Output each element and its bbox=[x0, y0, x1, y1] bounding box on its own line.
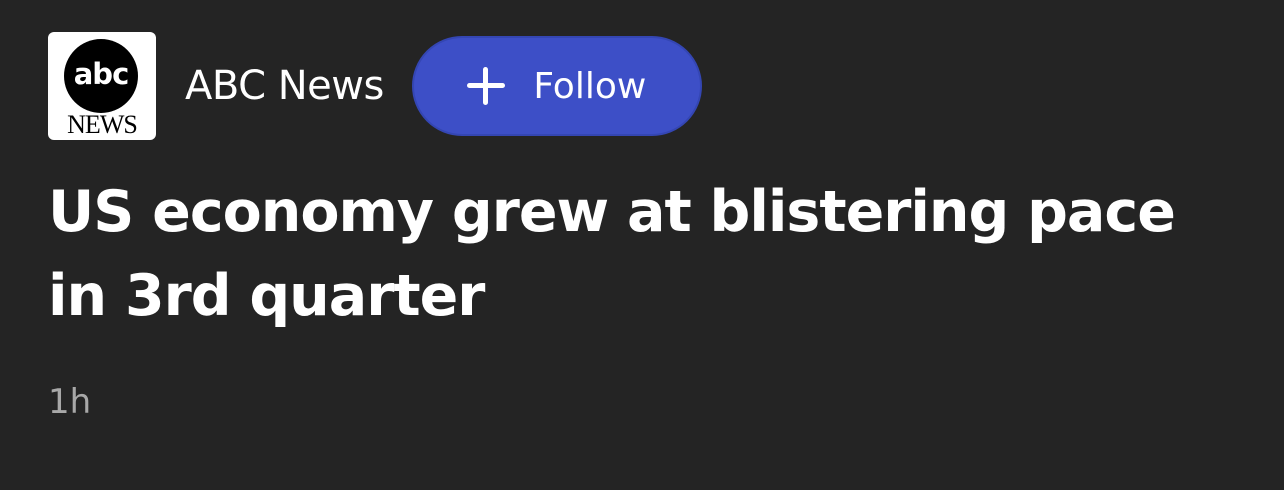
article-timestamp: 1h bbox=[48, 382, 92, 422]
follow-label: Follow bbox=[533, 65, 647, 107]
source-row: abc NEWS ABC News Follow bbox=[48, 32, 702, 140]
follow-button[interactable]: Follow bbox=[411, 36, 702, 136]
abc-news-logo: abc NEWS bbox=[48, 32, 156, 140]
logo-abc-text: abc bbox=[73, 57, 130, 91]
news-card[interactable]: abc NEWS ABC News Follow US economy grew… bbox=[0, 0, 1284, 490]
logo-news-text: NEWS bbox=[67, 110, 138, 139]
plus-icon bbox=[467, 67, 506, 105]
logo-circle: abc bbox=[64, 39, 138, 113]
article-headline[interactable]: US economy grew at blistering pace in 3r… bbox=[48, 170, 1248, 338]
source-name[interactable]: ABC News bbox=[185, 63, 384, 109]
